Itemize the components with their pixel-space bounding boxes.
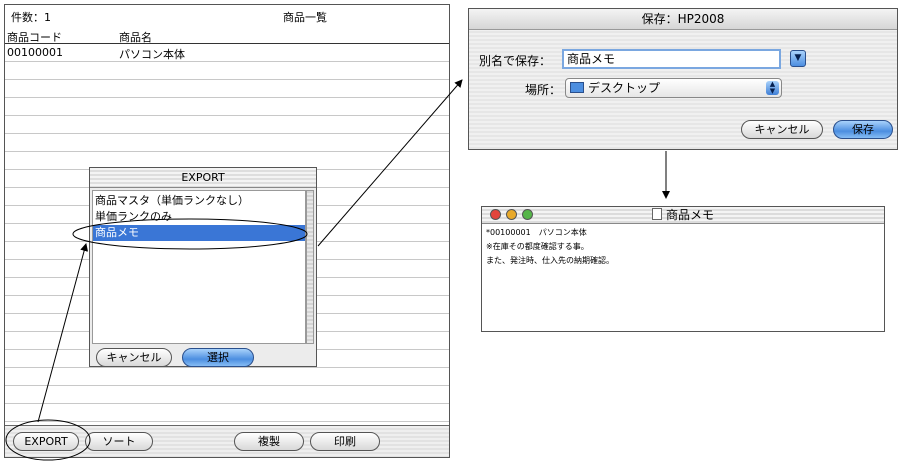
arrow-to-export-option xyxy=(37,243,89,423)
export-button-highlight xyxy=(5,419,91,461)
annotation-overlay xyxy=(5,79,670,461)
selected-item-highlight xyxy=(72,218,308,250)
arrow-to-save-dialog xyxy=(317,79,463,247)
